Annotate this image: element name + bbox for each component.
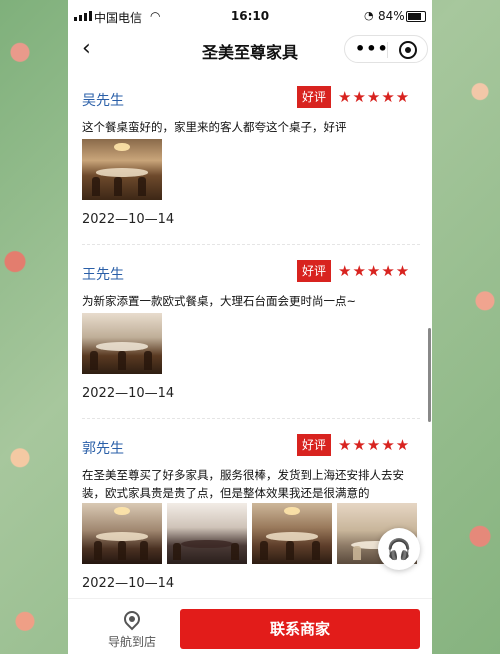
nav-bar: ‹ 圣美至尊家具 •••: [68, 32, 432, 68]
navigate-to-store-button[interactable]: 导航到店: [98, 607, 166, 650]
star-rating: ★★★★★: [338, 262, 411, 280]
star-rating: ★★★★★: [338, 88, 411, 106]
battery-percent: 84%: [378, 9, 405, 23]
good-review-badge: 好评: [297, 260, 331, 282]
good-review-badge: 好评: [297, 86, 331, 108]
battery-icon: [406, 11, 426, 22]
capsule-divider: [387, 42, 388, 58]
contact-merchant-button[interactable]: 联系商家: [180, 609, 420, 649]
target-icon[interactable]: [399, 41, 417, 59]
navigate-label: 导航到店: [107, 635, 156, 649]
divider: [82, 418, 420, 419]
status-bar: 中国电信 ◠ 16:10 ◔ 84%: [68, 0, 432, 32]
headset-icon[interactable]: 🎧: [378, 528, 420, 570]
reviewer-name: 王先生: [82, 267, 124, 283]
review-text: 为新家添置一款欧式餐桌，大理石台面会更时尚一点~: [82, 294, 357, 308]
mini-program-capsule: •••: [344, 35, 428, 63]
review-photo[interactable]: [252, 503, 332, 564]
review-photo[interactable]: [82, 139, 162, 200]
review-photos: [82, 503, 417, 564]
review-photos: [82, 313, 162, 374]
review-date: 2022—10—14: [82, 212, 175, 227]
review-date: 2022—10—14: [82, 386, 175, 401]
review-photo[interactable]: [167, 503, 247, 564]
review-text: 在圣美至尊买了好多家具，服务很棒，发货到上海还安排人去安装，欧式家具贵是贵了点，…: [82, 468, 404, 500]
reviewer-name: 吴先生: [82, 93, 124, 109]
review-photo[interactable]: [82, 503, 162, 564]
review-photos: [82, 139, 162, 200]
review-photo[interactable]: [82, 313, 162, 374]
good-review-badge: 好评: [297, 434, 331, 456]
scrollbar[interactable]: [428, 328, 431, 422]
divider: [82, 244, 420, 245]
location-pin-icon: [120, 607, 144, 631]
review-text: 这个餐桌蛮好的，家里来的客人都夸这个桌子，好评: [82, 120, 347, 134]
more-dots-icon[interactable]: •••: [355, 39, 389, 58]
star-rating: ★★★★★: [338, 436, 411, 454]
rotation-lock-icon: ◔: [364, 9, 374, 22]
reviewer-name: 郭先生: [82, 441, 124, 457]
bottom-bar: 导航到店 联系商家: [68, 598, 432, 654]
review-date: 2022—10—14: [82, 576, 175, 591]
phone-screen: 中国电信 ◠ 16:10 ◔ 84% ‹ 圣美至尊家具 ••• 吴先生 好评 ★…: [68, 0, 432, 654]
